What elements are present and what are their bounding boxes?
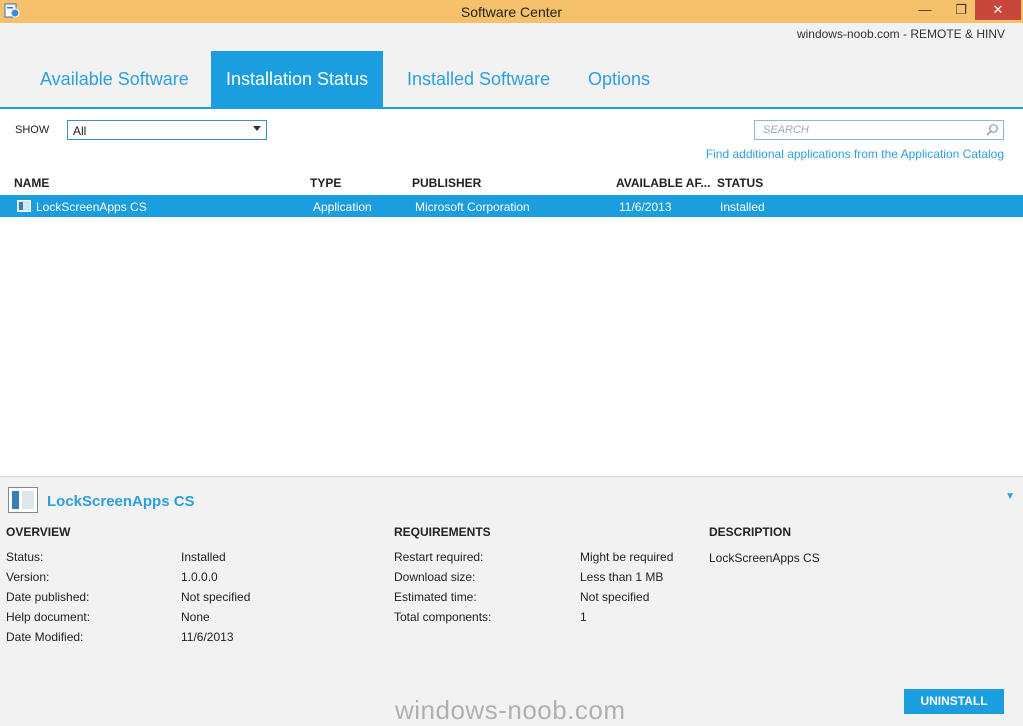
column-header-type[interactable]: TYPE bbox=[310, 176, 341, 190]
requirement-value: Less than 1 MB bbox=[580, 570, 664, 584]
overview-label: Help document: bbox=[6, 610, 91, 624]
search-box bbox=[754, 120, 1004, 140]
row-publisher: Microsoft Corporation bbox=[415, 200, 530, 214]
requirement-label: Restart required: bbox=[394, 550, 484, 564]
column-header-publisher[interactable]: PUBLISHER bbox=[412, 176, 481, 190]
requirement-value: Not specified bbox=[580, 590, 650, 604]
overview-value: Installed bbox=[181, 550, 226, 564]
requirement-label: Estimated time: bbox=[394, 590, 477, 604]
requirements-heading: REQUIREMENTS bbox=[394, 525, 491, 539]
tab-underline bbox=[0, 107, 1023, 109]
show-filter-dropdown[interactable]: All bbox=[67, 120, 267, 140]
watermark-text: windows-noob.com bbox=[395, 695, 626, 725]
overview-label: Date published: bbox=[6, 590, 90, 604]
table-header: NAME TYPE PUBLISHER AVAILABLE AF... STAT… bbox=[0, 176, 1023, 194]
requirement-label: Download size: bbox=[394, 570, 476, 584]
application-catalog-link[interactable]: Find additional applications from the Ap… bbox=[706, 147, 1004, 161]
description-text: LockScreenApps CS bbox=[709, 551, 820, 565]
search-icon[interactable] bbox=[985, 123, 999, 137]
tab-installation-status[interactable]: Installation Status bbox=[211, 51, 384, 107]
application-icon bbox=[17, 200, 31, 212]
overview-label: Version: bbox=[6, 570, 50, 584]
column-header-available-after[interactable]: AVAILABLE AF... bbox=[616, 176, 710, 190]
overview-label: Status: bbox=[6, 550, 44, 564]
show-label: SHOW bbox=[15, 124, 50, 136]
chevron-down-icon bbox=[253, 126, 261, 131]
tab-available-software[interactable]: Available Software bbox=[25, 51, 204, 107]
column-header-name[interactable]: NAME bbox=[14, 176, 49, 190]
details-title: LockScreenApps CS bbox=[47, 493, 195, 510]
overview-value: 1.0.0.0 bbox=[181, 570, 218, 584]
overview-value: 11/6/2013 bbox=[181, 630, 234, 644]
tab-installed-software[interactable]: Installed Software bbox=[392, 51, 565, 107]
show-filter-value: All bbox=[73, 124, 87, 138]
minimize-button[interactable]: — bbox=[910, 0, 940, 20]
overview-value: None bbox=[181, 610, 210, 624]
column-header-status[interactable]: STATUS bbox=[717, 176, 763, 190]
row-status: Installed bbox=[720, 200, 765, 214]
site-subtitle: windows-noob.com - REMOTE & HINV bbox=[796, 27, 1005, 41]
row-name: LockScreenApps CS bbox=[36, 200, 147, 214]
maximize-button[interactable]: ❐ bbox=[946, 0, 976, 20]
window-title: Software Center bbox=[460, 4, 563, 20]
search-input[interactable] bbox=[755, 121, 980, 139]
row-type: Application bbox=[313, 200, 372, 214]
uninstall-button[interactable]: UNINSTALL bbox=[904, 689, 1004, 714]
application-large-icon bbox=[8, 487, 38, 513]
row-available-after: 11/6/2013 bbox=[619, 200, 672, 214]
overview-value: Not specified bbox=[181, 590, 251, 604]
tab-options[interactable]: Options bbox=[573, 51, 665, 107]
collapse-chevron-icon[interactable]: ▼ bbox=[1005, 491, 1015, 502]
requirement-value: 1 bbox=[580, 610, 587, 624]
requirement-value: Might be required bbox=[580, 550, 674, 564]
overview-heading: OVERVIEW bbox=[6, 525, 71, 539]
overview-label: Date Modified: bbox=[6, 630, 84, 644]
title-bar: Software Center — ❐ ✕ bbox=[0, 0, 1023, 23]
details-pane: LockScreenApps CS ▼ OVERVIEW Status: Ins… bbox=[0, 476, 1023, 726]
table-row[interactable]: LockScreenApps CS Application Microsoft … bbox=[0, 195, 1023, 217]
description-heading: DESCRIPTION bbox=[709, 525, 792, 539]
close-button[interactable]: ✕ bbox=[975, 0, 1021, 20]
requirement-label: Total components: bbox=[394, 610, 492, 624]
